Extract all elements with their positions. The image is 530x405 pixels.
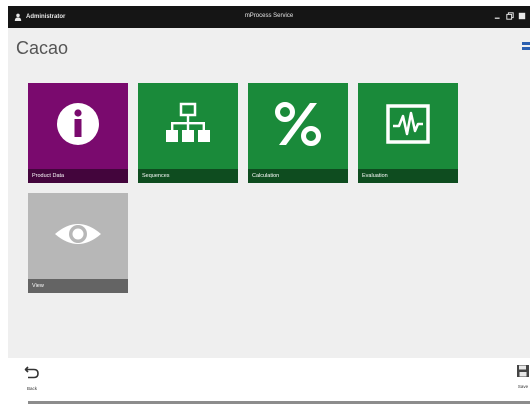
- close-icon: [518, 12, 526, 20]
- restore-button[interactable]: [506, 11, 514, 21]
- back-label: Back: [26, 386, 37, 391]
- page-title: Cacao: [16, 38, 69, 58]
- minimize-icon: [494, 17, 500, 19]
- tile-label: Calculation: [248, 169, 348, 183]
- bottom-toolbar: Back Save: [8, 358, 530, 398]
- menu-handle-icon[interactable]: [522, 42, 530, 58]
- tile-label: Sequences: [138, 169, 238, 183]
- tile-label: View: [28, 279, 128, 293]
- window-title: mProcess Service: [244, 13, 294, 19]
- info-icon: [28, 83, 128, 165]
- save-button[interactable]: Save: [516, 364, 530, 394]
- eye-icon: [28, 193, 128, 275]
- minimize-button[interactable]: [494, 11, 502, 21]
- tile-view[interactable]: View: [28, 193, 128, 293]
- tile-label: Product Data: [28, 169, 128, 183]
- tile-product-data[interactable]: Product Data: [28, 83, 128, 183]
- back-arrow-icon: [24, 366, 39, 379]
- tile-evaluation[interactable]: Evaluation: [358, 83, 458, 183]
- taskbar-strip: [28, 401, 530, 404]
- save-disk-icon: [517, 365, 529, 377]
- restore-icon: [506, 12, 514, 20]
- tile-label: Evaluation: [358, 169, 458, 183]
- sitemap-icon: [138, 83, 238, 165]
- window-titlebar: Administrator mProcess Service: [8, 6, 530, 28]
- main-content: Cacao Product Data Sequences Calculation…: [8, 28, 530, 358]
- tile-sequences[interactable]: Sequences: [138, 83, 238, 183]
- percent-icon: [248, 83, 348, 165]
- tile-calculation[interactable]: Calculation: [248, 83, 348, 183]
- close-button[interactable]: [518, 11, 526, 21]
- back-button[interactable]: Back: [20, 364, 44, 394]
- waveform-icon: [358, 83, 458, 165]
- save-label: Save: [517, 384, 529, 389]
